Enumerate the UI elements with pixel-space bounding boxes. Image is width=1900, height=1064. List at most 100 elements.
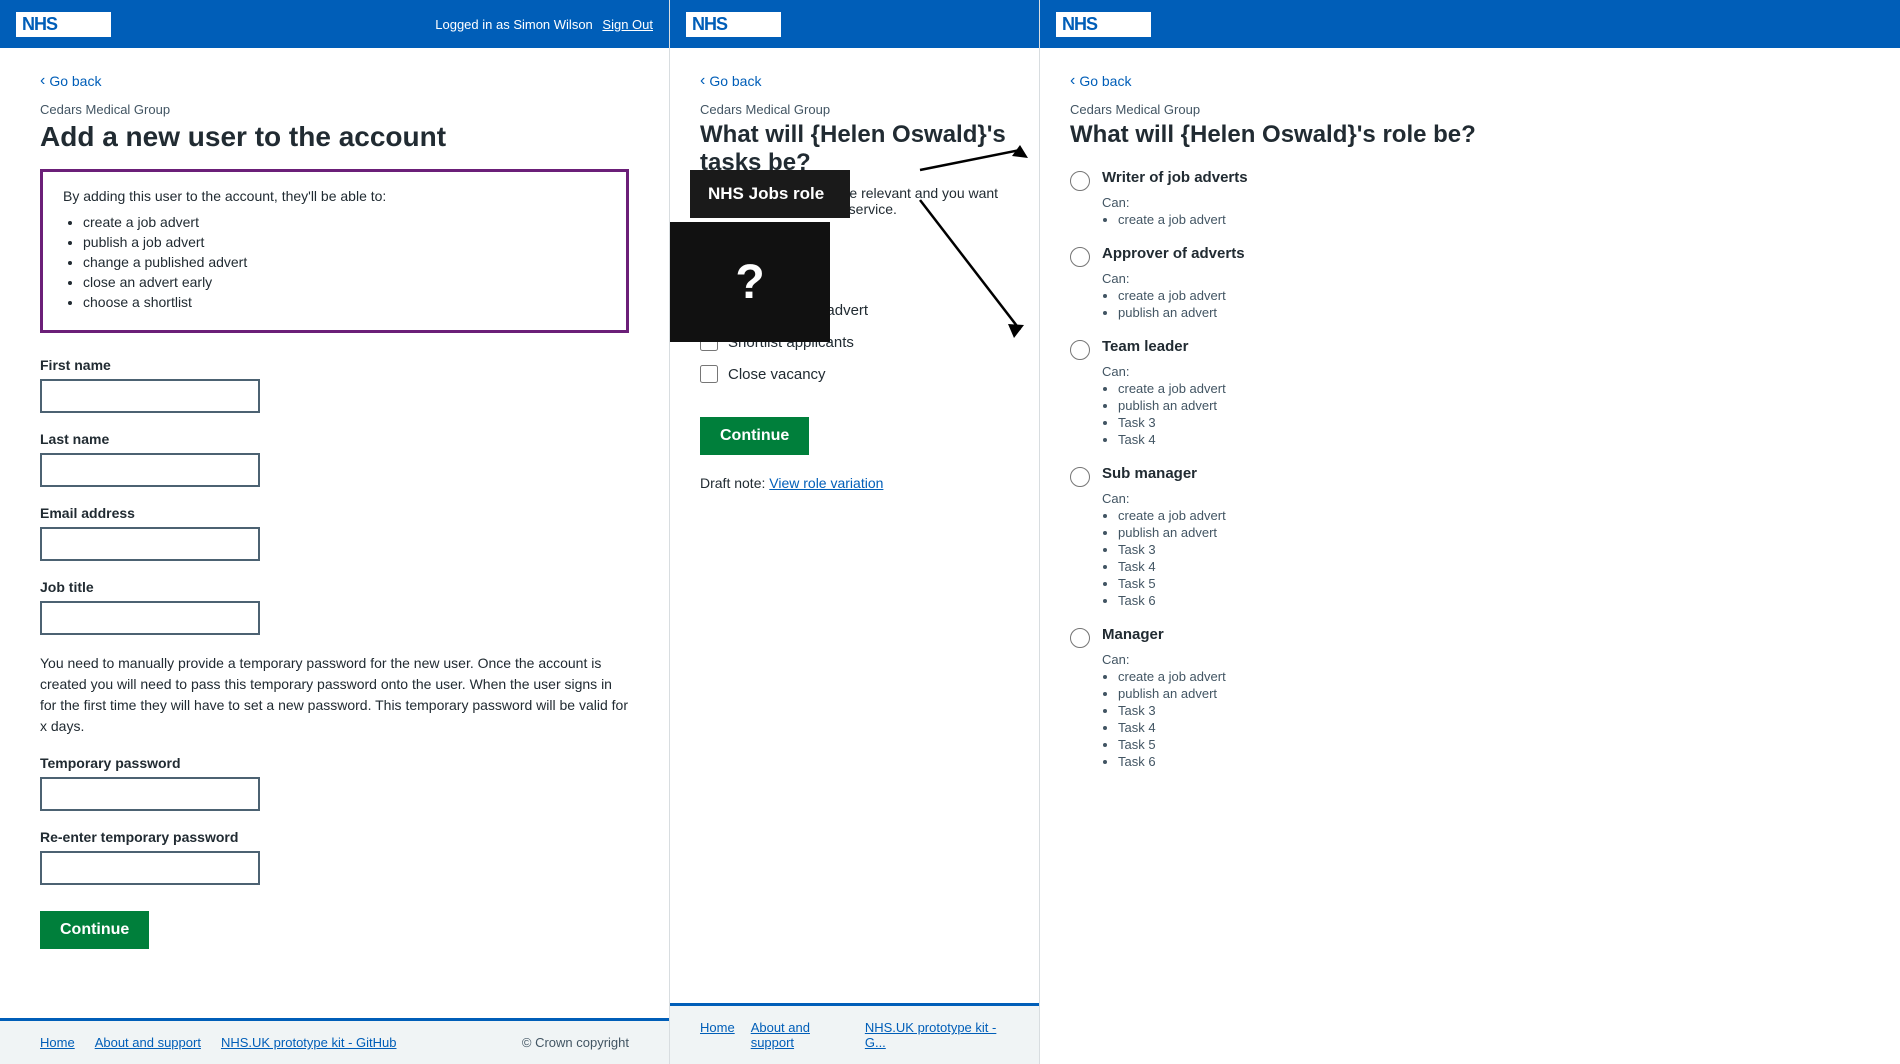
middle-footer-about[interactable]: About and support <box>751 1020 849 1050</box>
role-writer-can: Can: create a job advert <box>1102 195 1870 227</box>
list-item: Task 5 <box>1118 576 1870 591</box>
role-radio-2[interactable] <box>1070 340 1090 360</box>
middle-panel: NHS Jobs role ? NHS Jobs Go back Cedars … <box>670 0 1040 1064</box>
first-name-label: First name <box>40 357 629 373</box>
list-item: change a published advert <box>83 254 606 270</box>
role-sub-manager-item[interactable]: Sub manager <box>1070 465 1870 487</box>
role-radio-4[interactable] <box>1070 628 1090 648</box>
info-box-list: create a job advert publish a job advert… <box>63 214 606 310</box>
role-radio-0[interactable] <box>1070 171 1090 191</box>
left-service-name: Jobs <box>63 14 105 35</box>
can-label-0: Can: <box>1102 195 1129 210</box>
annotation-label: NHS Jobs role <box>708 184 824 203</box>
role-manager-item[interactable]: Manager <box>1070 626 1870 648</box>
middle-nhs-logo: NHS Jobs <box>686 12 781 37</box>
task-label-4: Close vacancy <box>728 366 826 383</box>
re-enter-password-input[interactable] <box>40 851 260 885</box>
job-title-group: Job title <box>40 579 629 635</box>
list-item: Task 4 <box>1118 559 1870 574</box>
middle-continue-button[interactable]: Continue <box>700 417 809 455</box>
right-page-title: What will {Helen Oswald}'s role be? <box>1070 121 1870 149</box>
role-sub-manager-tasks: create a job advert publish an advert Ta… <box>1102 508 1870 608</box>
footer-github-link[interactable]: NHS.UK prototype kit - GitHub <box>221 1035 397 1050</box>
first-name-group: First name <box>40 357 629 413</box>
job-title-label: Job title <box>40 579 629 595</box>
temp-password-label: Temporary password <box>40 755 629 771</box>
middle-nhs-logo-text: NHS <box>692 14 727 35</box>
left-content: Go back Cedars Medical Group Add a new u… <box>0 48 669 1018</box>
middle-footer-github[interactable]: NHS.UK prototype kit - G... <box>865 1020 1009 1050</box>
role-writer-item[interactable]: Writer of job adverts <box>1070 169 1870 191</box>
middle-footer: Home About and support NHS.UK prototype … <box>670 1003 1039 1064</box>
list-item: create a job advert <box>83 214 606 230</box>
role-approver-can: Can: create a job advert publish an adve… <box>1102 271 1870 320</box>
task-checkbox-4[interactable] <box>700 365 718 383</box>
role-radio-1[interactable] <box>1070 247 1090 267</box>
list-item: create a job advert <box>1118 288 1870 303</box>
list-item: publish a job advert <box>83 234 606 250</box>
password-note: You need to manually provide a temporary… <box>40 653 629 737</box>
task-close-vacancy[interactable]: Close vacancy <box>700 365 1009 383</box>
list-item: create a job advert <box>1118 508 1870 523</box>
last-name-group: Last name <box>40 431 629 487</box>
left-page-title: Add a new user to the account <box>40 121 629 153</box>
re-enter-password-group: Re-enter temporary password <box>40 829 629 885</box>
role-approver-tasks: create a job advert publish an advert <box>1102 288 1870 320</box>
email-group: Email address <box>40 505 629 561</box>
footer-about-link[interactable]: About and support <box>95 1035 201 1050</box>
role-label-4: Manager <box>1102 626 1164 643</box>
left-nhs-logo: NHS Jobs <box>16 12 111 37</box>
can-label-4: Can: <box>1102 652 1129 667</box>
info-box-intro: By adding this user to the account, they… <box>63 188 606 204</box>
role-approver: Approver of adverts Can: create a job ad… <box>1070 245 1870 320</box>
middle-service-name: Jobs <box>733 14 775 35</box>
right-org-name: Cedars Medical Group <box>1070 102 1870 117</box>
list-item: Task 3 <box>1118 542 1870 557</box>
middle-nhs-header: NHS Jobs <box>670 0 1039 48</box>
right-content: Go back Cedars Medical Group What will {… <box>1040 48 1900 1064</box>
last-name-label: Last name <box>40 431 629 447</box>
role-manager-tasks: create a job advert publish an advert Ta… <box>1102 669 1870 769</box>
role-manager-can: Can: create a job advert publish an adve… <box>1102 652 1870 769</box>
role-team-leader-item[interactable]: Team leader <box>1070 338 1870 360</box>
list-item: Task 6 <box>1118 593 1870 608</box>
logged-in-text: Logged in as Simon Wilson <box>435 17 593 32</box>
role-writer-tasks: create a job advert <box>1102 212 1870 227</box>
can-label-3: Can: <box>1102 491 1129 506</box>
job-title-input[interactable] <box>40 601 260 635</box>
last-name-input[interactable] <box>40 453 260 487</box>
draft-note-link[interactable]: View role variation <box>769 475 883 491</box>
annotation-box: NHS Jobs role <box>690 170 850 218</box>
footer-copyright: © Crown copyright <box>522 1035 629 1050</box>
re-enter-password-label: Re-enter temporary password <box>40 829 629 845</box>
sign-out-link[interactable]: Sign Out <box>602 17 653 32</box>
list-item: publish an advert <box>1118 305 1870 320</box>
role-approver-item[interactable]: Approver of adverts <box>1070 245 1870 267</box>
list-item: create a job advert <box>1118 212 1870 227</box>
role-label-0: Writer of job adverts <box>1102 169 1248 186</box>
question-mark-icon: ? <box>735 255 764 310</box>
middle-footer-home[interactable]: Home <box>700 1020 735 1050</box>
left-org-name: Cedars Medical Group <box>40 102 629 117</box>
list-item: close an advert early <box>83 274 606 290</box>
list-item: Task 5 <box>1118 737 1870 752</box>
left-continue-button[interactable]: Continue <box>40 911 149 949</box>
temp-password-input[interactable] <box>40 777 260 811</box>
list-item: create a job advert <box>1118 669 1870 684</box>
question-mark-box: ? <box>670 222 830 342</box>
role-team-leader-can: Can: create a job advert publish an adve… <box>1102 364 1870 447</box>
list-item: publish an advert <box>1118 525 1870 540</box>
left-back-link[interactable]: Go back <box>40 72 101 90</box>
role-radio-3[interactable] <box>1070 467 1090 487</box>
middle-page-title: What will {Helen Oswald}'s tasks be? <box>700 121 1009 177</box>
role-writer: Writer of job adverts Can: create a job … <box>1070 169 1870 227</box>
first-name-input[interactable] <box>40 379 260 413</box>
role-label-1: Approver of adverts <box>1102 245 1245 262</box>
role-team-leader-tasks: create a job advert publish an advert Ta… <box>1102 381 1870 447</box>
email-input[interactable] <box>40 527 260 561</box>
list-item: Task 4 <box>1118 720 1870 735</box>
footer-home-link[interactable]: Home <box>40 1035 75 1050</box>
right-back-link[interactable]: Go back <box>1070 72 1131 90</box>
middle-back-link[interactable]: Go back <box>700 72 761 90</box>
list-item: Task 3 <box>1118 415 1870 430</box>
